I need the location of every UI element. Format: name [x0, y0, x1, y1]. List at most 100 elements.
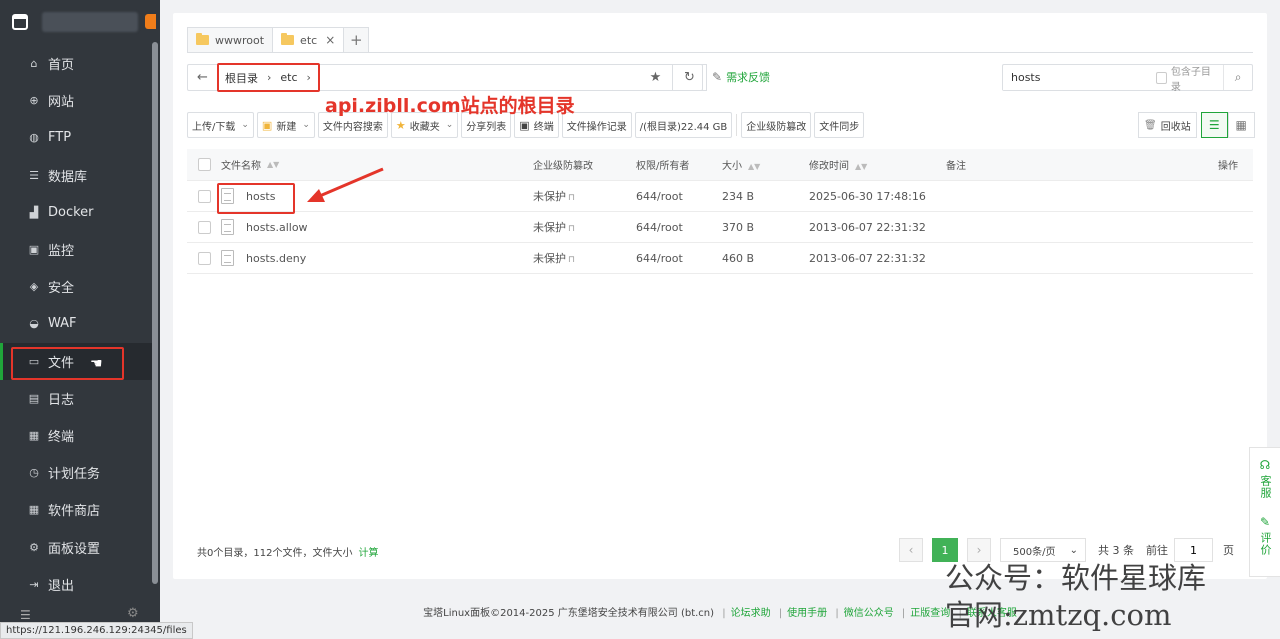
- sidebar-item-label: 面板设置: [48, 541, 101, 557]
- ftp-icon: ◍: [29, 131, 39, 145]
- close-icon[interactable]: ×: [325, 33, 335, 47]
- page-size-select[interactable]: 500条/页 ⌄: [1000, 538, 1086, 562]
- protect-status[interactable]: 未保护: [533, 252, 566, 265]
- sidebar-item-4[interactable]: ▟ Docker: [0, 194, 153, 231]
- file-sync-button[interactable]: 文件同步: [814, 112, 865, 138]
- goto-page-input[interactable]: [1174, 538, 1213, 562]
- back-arrow-icon[interactable]: ←: [188, 65, 218, 90]
- row-checkbox[interactable]: [197, 251, 211, 265]
- protect-status[interactable]: 未保护: [533, 221, 566, 234]
- panel-logo[interactable]: [12, 8, 138, 36]
- col-name[interactable]: 文件名称 ▲▼: [221, 157, 533, 172]
- sidebar-item-0[interactable]: ⌂ 首页: [0, 45, 153, 82]
- tab-etc[interactable]: etc ×: [272, 27, 345, 53]
- tab-wwwroot[interactable]: wwwroot: [187, 27, 274, 53]
- next-page-button[interactable]: ›: [967, 538, 991, 562]
- globe-icon: ⊕: [29, 94, 39, 108]
- upload-label: 上传/下载: [192, 121, 236, 133]
- sidebar-item-6[interactable]: ◈ 安全: [0, 268, 153, 305]
- table-row[interactable]: hosts 未保护 ⊓ 644/root 234 B 2025-06-30 17:48:1…: [187, 181, 1253, 212]
- sidebar-item-7[interactable]: ◒ WAF: [0, 305, 153, 342]
- sidebar-item-5[interactable]: ▣ 监控: [0, 231, 153, 268]
- file-perm[interactable]: 644/root: [636, 190, 722, 203]
- sidebar-item-3[interactable]: ☰ 数据库: [0, 157, 153, 194]
- prev-page-button[interactable]: ‹: [899, 538, 923, 562]
- add-tab-button[interactable]: +: [343, 27, 370, 53]
- sidebar-item-9[interactable]: ▤ 日志: [0, 380, 153, 417]
- collapse-menu-icon[interactable]: ☰: [20, 608, 31, 622]
- unlock-icon[interactable]: ⊓: [568, 193, 575, 203]
- star-icon[interactable]: ★: [639, 64, 673, 91]
- include-subdir-option[interactable]: 包含子目录: [1156, 63, 1223, 93]
- sidebar-item-8[interactable]: ▭ 文件: [0, 342, 153, 380]
- upload-download-button[interactable]: 上传/下载 ⌄: [187, 112, 254, 138]
- breadcrumb: 根目录 › etc ›: [218, 70, 320, 86]
- sidebar-scrollbar[interactable]: [152, 42, 158, 584]
- list-view-icon[interactable]: ☰: [1200, 112, 1228, 138]
- search-icon[interactable]: ⌕: [1223, 65, 1252, 90]
- feedback-link[interactable]: ✎ 需求反馈: [712, 69, 770, 85]
- sidebar-item-10[interactable]: ▦ 终端: [0, 417, 153, 454]
- footer-link-forum[interactable]: 论坛求助: [731, 608, 771, 619]
- theme-icon[interactable]: ⚙: [127, 606, 139, 621]
- subdir-checkbox[interactable]: [1156, 71, 1167, 84]
- new-button[interactable]: ▣ 新建 ⌄: [256, 112, 315, 138]
- sidebar-item-11[interactable]: ◷ 计划任务: [0, 454, 153, 491]
- sidebar-item-label: 终端: [48, 429, 75, 445]
- tamper-button[interactable]: 企业级防篡改: [741, 112, 812, 138]
- sidebar-item-12[interactable]: ▦ 软件商店: [0, 491, 153, 528]
- col-perm: 权限/所有者: [636, 161, 690, 172]
- file-name[interactable]: hosts.deny: [246, 252, 306, 265]
- unlock-icon[interactable]: ⊓: [568, 255, 575, 265]
- notification-badge[interactable]: [145, 14, 156, 29]
- crumb-etc[interactable]: etc: [280, 71, 297, 84]
- service-link[interactable]: 客服: [1257, 475, 1273, 499]
- headset-icon[interactable]: ☊: [1260, 458, 1271, 472]
- sidebar-item-label: 日志: [48, 392, 75, 408]
- annotation-text: api.zibll.com站点的根目录: [325, 95, 575, 117]
- tab-divider: [187, 52, 1253, 53]
- file-name[interactable]: hosts.allow: [246, 221, 308, 234]
- col-size[interactable]: 大小 ▲▼: [722, 157, 809, 172]
- row-checkbox[interactable]: [197, 189, 211, 203]
- recycle-bin-button[interactable]: 🗑 回收站: [1138, 112, 1197, 138]
- footer-link-manual[interactable]: 使用手册: [787, 608, 827, 619]
- calc-size-link[interactable]: 计算: [358, 548, 378, 559]
- status-url: https://121.196.246.129:24345/files: [0, 622, 193, 639]
- sidebar-item-label: 退出: [48, 578, 75, 594]
- path-bar[interactable]: ← 根目录 › etc ›: [187, 64, 703, 91]
- protect-status[interactable]: 未保护: [533, 190, 566, 203]
- sidebar-item-label: 软件商店: [48, 504, 101, 520]
- row-checkbox[interactable]: [197, 220, 211, 234]
- sidebar-item-1[interactable]: ⊕ 网站: [0, 82, 153, 119]
- page-size-label: 500条/页: [1013, 546, 1056, 558]
- file-perm[interactable]: 644/root: [636, 221, 722, 234]
- path-actions: ★ ↻: [639, 64, 707, 91]
- col-mtime[interactable]: 修改时间 ▲▼: [809, 157, 946, 172]
- dir-summary: 共0个目录，112个文件，文件大小 计算: [197, 544, 378, 559]
- sidebar-nav: ⌂ 首页 ⊕ 网站 ◍ FTP ☰ 数据库 ▟ Docker ▣ 监控 ◈ 安全 ◒ WAF ▭ 文件 ▤ 日志 ▦ 终端…: [0, 45, 153, 603]
- table-row[interactable]: hosts.allow 未保护 ⊓ 644/root 370 B 2013-06-07 2…: [187, 212, 1253, 243]
- file-icon: [221, 188, 234, 204]
- sidebar-item-13[interactable]: ⚙ 面板设置: [0, 528, 153, 565]
- feedback-label: 需求反馈: [726, 71, 771, 84]
- review-icon[interactable]: ✎: [1260, 515, 1270, 529]
- crumb-root[interactable]: 根目录: [225, 70, 258, 86]
- review-link[interactable]: 评价: [1257, 532, 1273, 556]
- footer-link-wechat[interactable]: 微信公众号: [844, 608, 894, 619]
- select-all-checkbox[interactable]: [197, 158, 211, 171]
- refresh-icon[interactable]: ↻: [673, 64, 707, 91]
- grid-view-icon[interactable]: ▦: [1227, 112, 1255, 138]
- sort-icon: ▲▼: [748, 162, 761, 171]
- sidebar-item-2[interactable]: ◍ FTP: [0, 119, 153, 156]
- schedule-icon: ◷: [29, 466, 39, 480]
- unlock-icon[interactable]: ⊓: [568, 224, 575, 234]
- file-perm[interactable]: 644/root: [636, 252, 722, 265]
- current-page[interactable]: 1: [932, 538, 958, 562]
- file-name[interactable]: hosts: [246, 190, 275, 203]
- table-row[interactable]: hosts.deny 未保护 ⊓ 644/root 460 B 2013-06-07 22…: [187, 243, 1253, 274]
- col-op: 操作: [1218, 161, 1238, 172]
- disk-button[interactable]: /(根目录)22.44 GB: [634, 112, 733, 138]
- total-count: 共 3 条: [1098, 544, 1134, 557]
- search-input[interactable]: [1003, 65, 1156, 90]
